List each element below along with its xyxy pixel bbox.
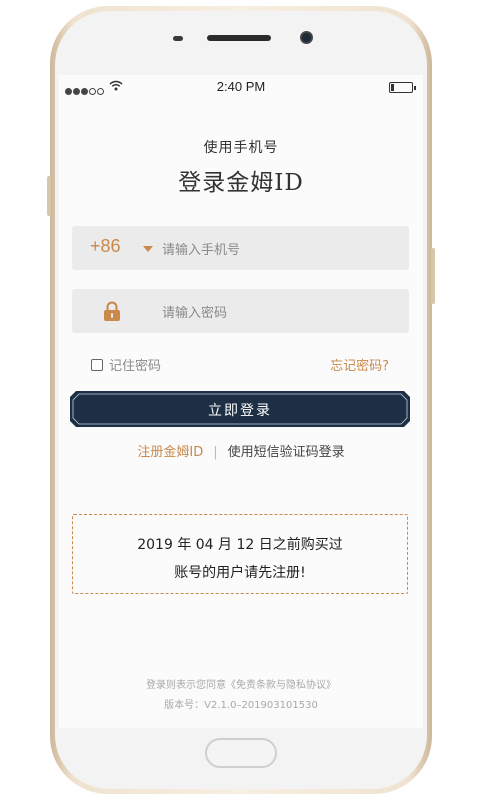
notice-box: 2019 年 04 月 12 日之前购买过 账号的用户请先注册! bbox=[72, 514, 408, 594]
chevron-down-icon[interactable] bbox=[143, 246, 153, 252]
alt-links: 注册金姆ID | 使用短信验证码登录 bbox=[59, 441, 423, 460]
camera-icon bbox=[300, 31, 313, 44]
sensor-icon bbox=[173, 36, 183, 41]
battery-icon bbox=[389, 82, 416, 93]
notice-line-1: 2019 年 04 月 12 日之前购买过 bbox=[137, 537, 343, 553]
notice-line-2: 账号的用户请先注册! bbox=[174, 565, 306, 581]
page-title: 登录金姆ID bbox=[178, 170, 304, 196]
remember-checkbox[interactable] bbox=[91, 358, 103, 371]
forgot-password-link[interactable]: 忘记密码? bbox=[330, 355, 389, 374]
register-link[interactable]: 注册金姆ID bbox=[137, 445, 203, 460]
country-code-select[interactable]: +86 bbox=[90, 236, 121, 257]
login-button-label[interactable]: 立即登录 bbox=[70, 400, 410, 420]
power-button bbox=[431, 248, 435, 304]
login-button[interactable]: 立即登录 bbox=[70, 391, 410, 427]
screen: 2:40 PM 使用手机号 登录金姆ID +86 请输入手机号 请输入密码 记住… bbox=[59, 75, 423, 728]
earpiece bbox=[207, 35, 271, 41]
phone-placeholder[interactable]: 请输入手机号 bbox=[162, 239, 240, 258]
remember-password[interactable]: 记住密码 bbox=[91, 355, 161, 374]
link-separator: | bbox=[213, 445, 218, 460]
status-time: 2:40 PM bbox=[216, 79, 266, 94]
remember-label[interactable]: 记住密码 bbox=[109, 355, 161, 374]
password-placeholder[interactable]: 请输入密码 bbox=[162, 302, 227, 321]
agreement-text[interactable]: 登录则表示您同意《免责条款与隐私协议》 bbox=[59, 676, 423, 691]
volume-button bbox=[47, 176, 51, 216]
version-text: 版本号：V2.1.0–201903101530 bbox=[164, 700, 318, 711]
password-field[interactable]: 请输入密码 bbox=[72, 289, 409, 333]
page-subtitle: 使用手机号 bbox=[203, 140, 279, 156]
status-bar: 2:40 PM bbox=[59, 75, 423, 97]
phone-field[interactable]: +86 请输入手机号 bbox=[72, 226, 409, 270]
home-button[interactable] bbox=[205, 738, 277, 768]
lock-icon bbox=[104, 301, 120, 321]
sms-login-link[interactable]: 使用短信验证码登录 bbox=[228, 445, 345, 460]
